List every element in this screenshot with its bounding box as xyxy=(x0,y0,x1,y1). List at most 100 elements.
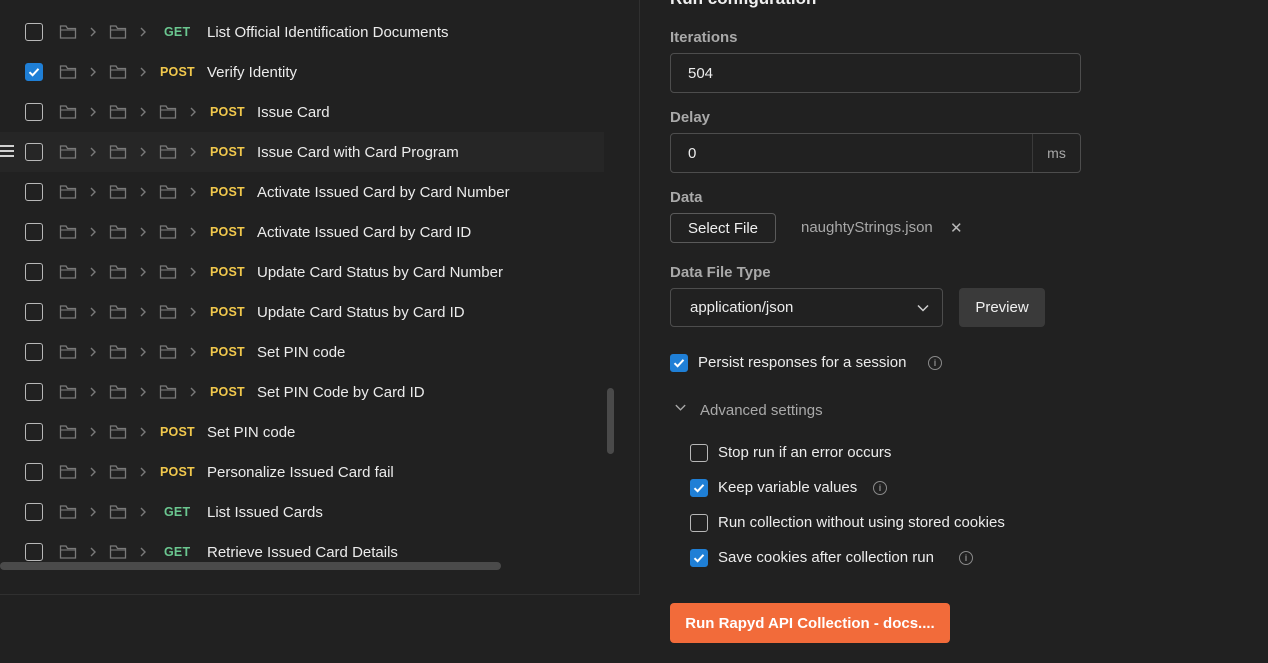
request-row[interactable]: POST Issue Card xyxy=(0,92,604,132)
chevron-right-icon xyxy=(88,146,98,158)
folder-icon xyxy=(109,344,127,360)
drag-handle-icon[interactable] xyxy=(0,145,15,159)
request-checkbox[interactable] xyxy=(25,303,43,321)
chevron-right-icon xyxy=(188,146,198,158)
request-name: Verify Identity xyxy=(207,63,298,81)
request-row[interactable]: POST Activate Issued Card by Card ID xyxy=(0,212,604,252)
advanced-option-label: Run collection without using stored cook… xyxy=(718,514,1005,531)
request-name: Update Card Status by Card ID xyxy=(257,303,465,321)
request-checkbox[interactable] xyxy=(25,183,43,201)
http-method-badge: POST xyxy=(210,385,245,399)
chevron-right-icon xyxy=(138,506,148,518)
folder-icon xyxy=(159,384,177,400)
folder-icon xyxy=(59,304,77,320)
request-name: Personalize Issued Card fail xyxy=(207,463,394,481)
advanced-option-checkbox[interactable] xyxy=(690,549,708,567)
request-checkbox[interactable] xyxy=(25,23,43,41)
horizontal-scrollbar[interactable] xyxy=(0,562,501,570)
http-method-badge: POST xyxy=(160,65,195,79)
request-checkbox[interactable] xyxy=(25,63,43,81)
chevron-right-icon xyxy=(88,226,98,238)
http-method-badge: POST xyxy=(210,185,245,199)
http-method-badge: POST xyxy=(210,305,245,319)
folder-icon xyxy=(109,144,127,160)
request-row[interactable]: POST Activate Issued Card by Card Number xyxy=(0,172,604,212)
folder-icon xyxy=(159,344,177,360)
folder-icon xyxy=(109,464,127,480)
folder-icon xyxy=(109,504,127,520)
request-checkbox[interactable] xyxy=(25,383,43,401)
folder-icon xyxy=(59,544,77,560)
request-list: GET List Official Identification Document… xyxy=(0,12,604,572)
request-checkbox[interactable] xyxy=(25,543,43,561)
info-icon[interactable]: i xyxy=(873,481,887,495)
request-checkbox[interactable] xyxy=(25,143,43,161)
delay-input[interactable]: 0 ms xyxy=(670,133,1081,173)
request-checkbox[interactable] xyxy=(25,223,43,241)
chevron-right-icon xyxy=(88,106,98,118)
request-checkbox[interactable] xyxy=(25,503,43,521)
chevron-right-icon xyxy=(188,386,198,398)
folder-icon xyxy=(59,24,77,40)
http-method-badge: POST xyxy=(210,145,245,159)
request-name: Set PIN code xyxy=(257,343,346,361)
folder-icon xyxy=(159,264,177,280)
chevron-right-icon xyxy=(88,66,98,78)
request-row[interactable]: POST Verify Identity xyxy=(0,52,604,92)
chevron-down-icon xyxy=(674,401,687,418)
advanced-settings-toggle[interactable] xyxy=(674,401,687,418)
iterations-input[interactable]: 504 xyxy=(670,53,1081,93)
chevron-right-icon xyxy=(138,466,148,478)
info-icon[interactable]: i xyxy=(928,356,942,370)
request-row[interactable]: POST Set PIN code xyxy=(0,412,604,452)
persist-responses-checkbox[interactable] xyxy=(670,354,688,372)
folder-icon xyxy=(109,224,127,240)
advanced-option-checkbox[interactable] xyxy=(690,444,708,462)
persist-responses-label: Persist responses for a session xyxy=(698,354,907,371)
request-checkbox[interactable] xyxy=(25,343,43,361)
select-file-button[interactable]: Select File xyxy=(670,213,776,243)
request-checkbox[interactable] xyxy=(25,103,43,121)
chevron-right-icon xyxy=(138,186,148,198)
request-row[interactable]: GET List Official Identification Document… xyxy=(0,12,604,52)
request-row[interactable]: GET List Issued Cards xyxy=(0,492,604,532)
chevron-right-icon xyxy=(188,306,198,318)
request-row[interactable]: POST Set PIN code xyxy=(0,332,604,372)
advanced-settings-label[interactable]: Advanced settings xyxy=(700,402,823,419)
chevron-right-icon xyxy=(188,106,198,118)
folder-icon xyxy=(109,264,127,280)
data-file-type-select[interactable]: application/json xyxy=(670,288,943,327)
request-checkbox[interactable] xyxy=(25,423,43,441)
request-checkbox[interactable] xyxy=(25,463,43,481)
advanced-option-label: Save cookies after collection run xyxy=(718,549,934,566)
request-name: List Official Identification Documents xyxy=(207,23,449,41)
chevron-right-icon xyxy=(88,426,98,438)
request-list-panel: GET List Official Identification Document… xyxy=(0,0,640,595)
request-row[interactable]: POST Update Card Status by Card ID xyxy=(0,292,604,332)
advanced-option-checkbox[interactable] xyxy=(690,514,708,532)
chevron-right-icon xyxy=(138,306,148,318)
folder-icon xyxy=(159,144,177,160)
request-row[interactable]: POST Update Card Status by Card Number xyxy=(0,252,604,292)
request-checkbox[interactable] xyxy=(25,263,43,281)
chevron-right-icon xyxy=(88,306,98,318)
request-row[interactable]: POST Set PIN Code by Card ID xyxy=(0,372,604,412)
vertical-scrollbar[interactable] xyxy=(607,388,614,454)
http-method-badge: POST xyxy=(210,225,245,239)
request-row[interactable]: POST Personalize Issued Card fail xyxy=(0,452,604,492)
http-method-badge: POST xyxy=(210,105,245,119)
request-name: Issue Card with Card Program xyxy=(257,143,459,161)
run-collection-button[interactable]: Run Rapyd API Collection - docs.... xyxy=(670,603,950,643)
http-method-badge: GET xyxy=(164,505,191,519)
advanced-option-checkbox[interactable] xyxy=(690,479,708,497)
remove-file-icon[interactable]: ✕ xyxy=(950,219,963,237)
advanced-option-label: Stop run if an error occurs xyxy=(718,444,892,461)
chevron-right-icon xyxy=(138,346,148,358)
chevron-right-icon xyxy=(138,26,148,38)
preview-button[interactable]: Preview xyxy=(959,288,1045,327)
folder-icon xyxy=(109,104,127,120)
http-method-badge: POST xyxy=(160,465,195,479)
info-icon[interactable]: i xyxy=(959,551,973,565)
request-row[interactable]: POST Issue Card with Card Program xyxy=(0,132,604,172)
folder-icon xyxy=(109,184,127,200)
